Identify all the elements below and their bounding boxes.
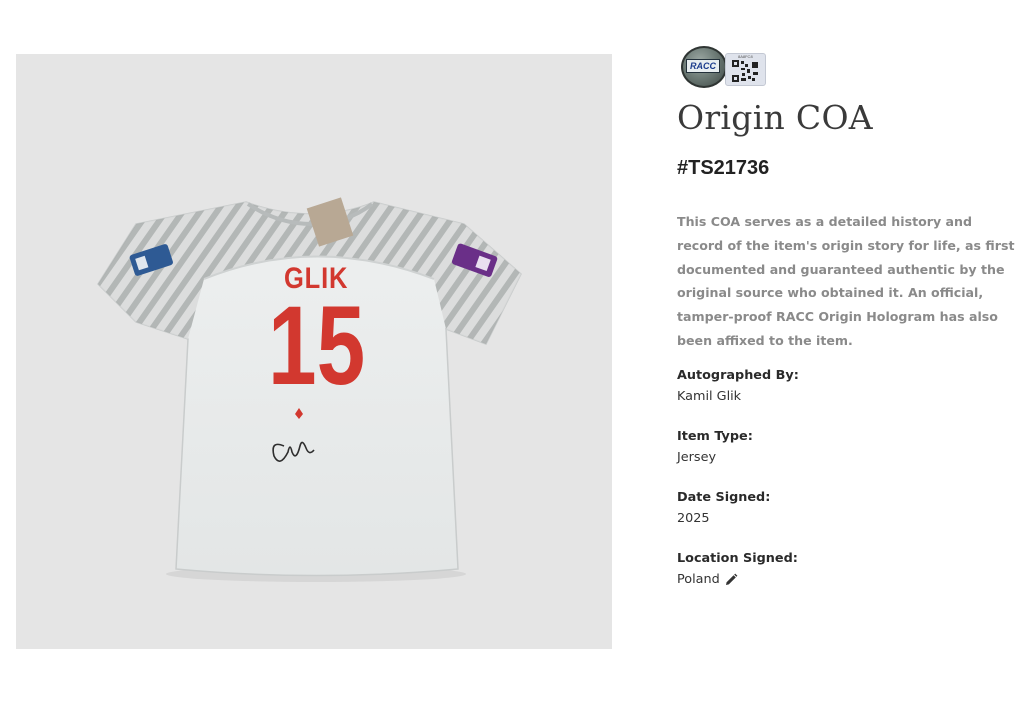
field-label: Autographed By: bbox=[677, 367, 799, 383]
field-item-type: Item Type: Jersey bbox=[677, 427, 1013, 469]
product-image[interactable]: GLIK 15 bbox=[16, 54, 612, 649]
page-title: Origin COA bbox=[677, 98, 873, 137]
field-value-text: Kamil Glik bbox=[677, 388, 742, 404]
field-date-signed: Date Signed: 2025 bbox=[677, 488, 1013, 530]
coa-description: This COA serves as a detailed history an… bbox=[677, 214, 1015, 348]
field-label: Date Signed: bbox=[677, 489, 771, 505]
qr-code-icon bbox=[732, 60, 758, 82]
coa-details: RACC 8A8FC8 Origin COA #TS21736 This COA… bbox=[677, 44, 1014, 591]
field-label: Item Type: bbox=[677, 428, 753, 444]
field-label: Location Signed: bbox=[677, 550, 798, 566]
field-value-text: Jersey bbox=[677, 449, 717, 465]
hologram-seal-label: RACC bbox=[686, 59, 720, 73]
racc-hologram-badge: RACC 8A8FC8 bbox=[677, 44, 767, 90]
qr-card-label: 8A8FC8 bbox=[738, 54, 753, 59]
field-value-text: 2025 bbox=[677, 510, 710, 526]
field-autographed-by: Autographed By: Kamil Glik bbox=[677, 366, 1013, 408]
qr-card: 8A8FC8 bbox=[725, 53, 766, 86]
field-value: Jersey bbox=[677, 447, 1013, 469]
pencil-icon[interactable] bbox=[724, 573, 738, 587]
field-value: Poland bbox=[677, 569, 1013, 591]
coa-id: #TS21736 bbox=[677, 157, 770, 179]
field-value: 2025 bbox=[677, 508, 1013, 530]
field-value: Kamil Glik bbox=[677, 386, 1013, 408]
jersey-number-print: 15 bbox=[268, 283, 366, 408]
field-location-signed: Location Signed: Poland bbox=[677, 549, 1013, 591]
field-value-text: Poland bbox=[677, 571, 720, 587]
